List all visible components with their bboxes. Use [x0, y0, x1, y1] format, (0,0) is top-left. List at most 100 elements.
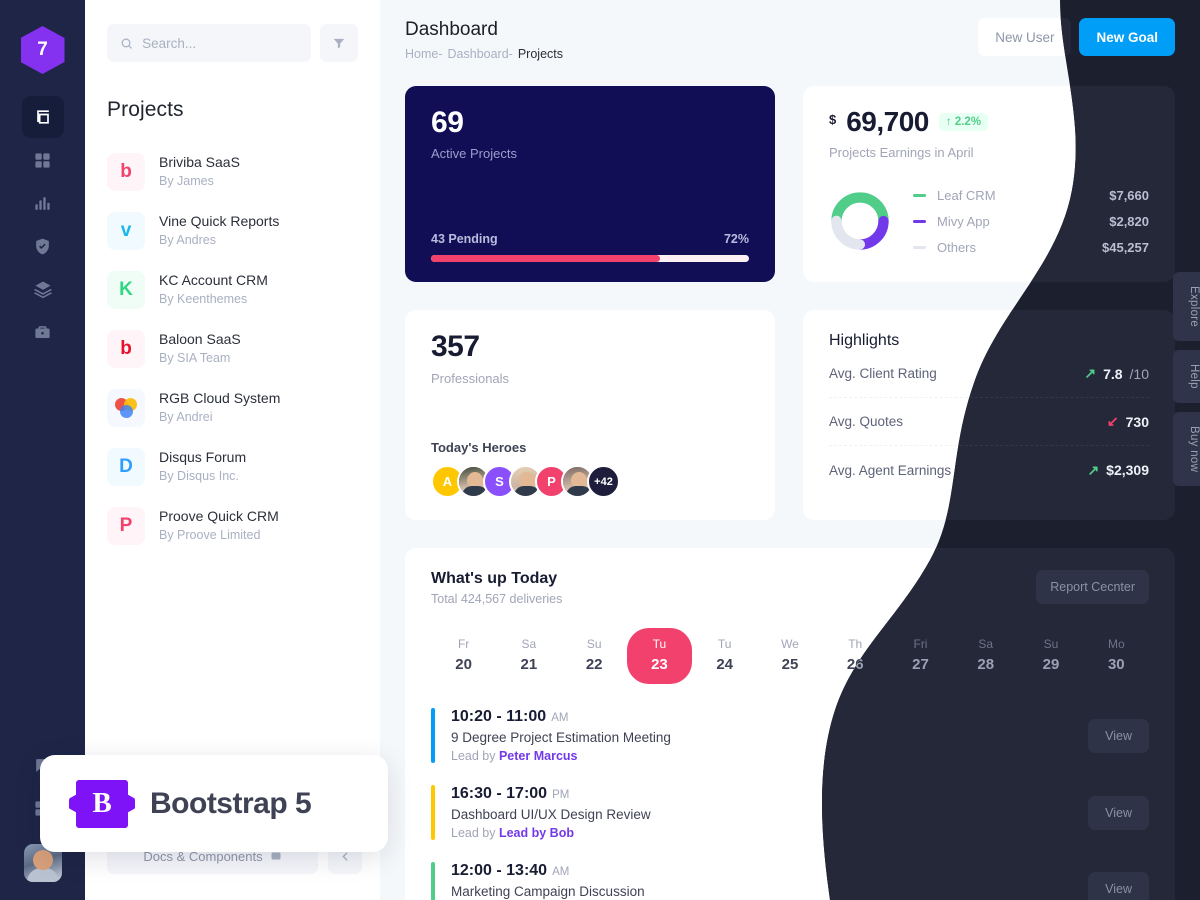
highlight-label: Avg. Agent Earnings [829, 462, 952, 478]
event-view-button[interactable]: View [1088, 796, 1149, 830]
day-number: 27 [912, 656, 929, 673]
project-logo-icon [115, 397, 137, 418]
active-projects-progress: 43 Pending 72% [431, 232, 749, 262]
active-projects-card: 69 Active Projects 43 Pending 72% [405, 86, 775, 282]
event-view-button[interactable]: View [1088, 719, 1149, 753]
day-of-week: Sa [978, 637, 994, 651]
calendar-day[interactable]: Fri 27 [888, 628, 953, 684]
pending-label: 43 Pending [431, 232, 498, 246]
project-text: Vine Quick Reports By Andres [159, 212, 279, 249]
event-ampm: AM [551, 712, 569, 724]
project-name: Briviba SaaS [159, 153, 240, 170]
breadcrumb-item[interactable]: Home- [405, 47, 443, 61]
project-logo-icon: v [120, 219, 132, 241]
project-list-item[interactable]: b Briviba SaaS By James [107, 142, 358, 201]
side-tab[interactable]: Help [1173, 350, 1200, 403]
day-of-week: We [781, 637, 799, 651]
highlight-label: Avg. Quotes [829, 414, 904, 429]
event-ampm: AM [552, 866, 570, 878]
event-view-button[interactable]: View [1088, 872, 1149, 900]
day-number: 22 [585, 656, 603, 673]
side-tab[interactable]: Explore [1173, 272, 1200, 342]
donut-chart [831, 192, 889, 250]
day-of-week: Fr [457, 637, 470, 651]
event-time: 10:20 - 11:00 [451, 708, 547, 725]
bar-chart-icon [35, 196, 50, 210]
project-author: By Keenthemes [159, 291, 248, 306]
project-name: KC Account CRM [159, 271, 268, 288]
project-logo-icon: K [119, 278, 133, 300]
event-lead-person[interactable]: Lead by Bob [499, 826, 574, 840]
grid-icon [35, 152, 50, 168]
legend-value: $2,820 [1109, 213, 1149, 229]
rail-item-grid[interactable] [22, 139, 64, 181]
highlight-value: 7.8 [1103, 365, 1123, 382]
day-of-week: Fri [913, 637, 928, 651]
calendar-day[interactable]: Su 29 [1018, 628, 1083, 684]
calendar-day[interactable]: We 25 [757, 628, 822, 684]
event-lead-person[interactable]: Peter Marcus [499, 749, 578, 763]
report-center-button-dark[interactable]: Report Cecnter [1036, 570, 1149, 604]
project-author: By SIA Team [159, 350, 231, 365]
project-logo: K [107, 270, 145, 309]
project-author: By Andres [159, 232, 216, 247]
rail-item-analytics[interactable] [22, 182, 64, 224]
project-author: By Andrei [159, 409, 213, 424]
project-list-item[interactable]: D Disqus Forum By Disqus Inc. [107, 437, 358, 496]
legend-color-swatch [913, 193, 926, 197]
app-logo[interactable]: 7 [20, 26, 65, 74]
new-user-button[interactable]: New User [978, 18, 1072, 56]
legend-color-swatch [913, 219, 926, 223]
calendar-day[interactable]: Tu 23 [626, 628, 693, 684]
rail-icon-list [21, 96, 64, 354]
calendar-day[interactable]: Sa 28 [953, 628, 1018, 684]
project-name: Proove Quick CRM [159, 507, 279, 524]
trend-arrow-icon: ↗ [1087, 461, 1100, 478]
rail-item-box[interactable] [21, 96, 64, 138]
heroes-section: Today's Heroes A S P +42 [431, 440, 749, 498]
day-number: 23 [651, 656, 668, 673]
project-logo [107, 388, 145, 427]
percent-label: 72% [723, 232, 749, 246]
project-logo: P [107, 506, 145, 545]
project-text: Proove Quick CRM By Proove Limited [159, 507, 279, 544]
new-goal-button-dark[interactable]: New Goal [1079, 18, 1175, 56]
day-of-week: Th [848, 637, 863, 651]
day-of-week: Tu [717, 637, 732, 651]
hero-avatar[interactable]: +42 [587, 465, 620, 498]
filter-button[interactable] [320, 24, 358, 62]
calendar-day[interactable]: Fr 20 [431, 628, 496, 684]
calendar-day[interactable]: Mo 30 [1084, 628, 1149, 684]
event-time: 12:00 - 13:40 [451, 862, 548, 879]
project-list-item[interactable]: RGB Cloud System By Andrei [107, 378, 358, 437]
rail-item-layers[interactable] [22, 268, 64, 310]
bootstrap-promo-badge[interactable]: B Bootstrap 5 [40, 755, 388, 852]
project-name: RGB Cloud System [159, 389, 281, 406]
day-of-week: Mo [1107, 637, 1125, 651]
project-list-item[interactable]: K KC Account CRM By Keenthemes [107, 260, 358, 319]
progress-fill [431, 255, 660, 262]
earnings-change-badge: ↑ 2.2% [938, 113, 989, 131]
project-name: Vine Quick Reports [159, 212, 280, 229]
project-logo: v [107, 211, 145, 250]
project-logo-icon: b [120, 160, 132, 182]
highlight-suffix: /10 [1129, 365, 1149, 382]
project-list-item[interactable]: P Proove Quick CRM By Proove Limited [107, 496, 358, 555]
calendar-day[interactable]: Sa 21 [496, 628, 561, 684]
topbar: Dashboard Home- Dashboard- Projects New Us… [405, 18, 1175, 76]
legend-value: $45,257 [1102, 239, 1149, 255]
side-tab[interactable]: Buy now [1173, 411, 1200, 487]
today-subtitle: Total 424,567 deliveries [431, 592, 563, 606]
calendar-day[interactable]: Su 22 [562, 628, 627, 684]
project-logo: D [107, 447, 145, 486]
breadcrumb-item[interactable]: Dashboard- [448, 47, 513, 61]
project-list-item[interactable]: v Vine Quick Reports By Andres [107, 201, 358, 260]
search-box[interactable] [107, 24, 311, 62]
project-list-item[interactable]: b Baloon SaaS By SIA Team [107, 319, 358, 378]
search-input[interactable] [142, 35, 298, 51]
rail-item-security[interactable] [22, 225, 64, 267]
rail-item-briefcase[interactable] [22, 311, 64, 353]
day-number: 21 [520, 656, 538, 673]
side-tabs: Explore Help Buy now [1173, 272, 1200, 487]
calendar-day[interactable]: Tu 24 [692, 628, 757, 684]
